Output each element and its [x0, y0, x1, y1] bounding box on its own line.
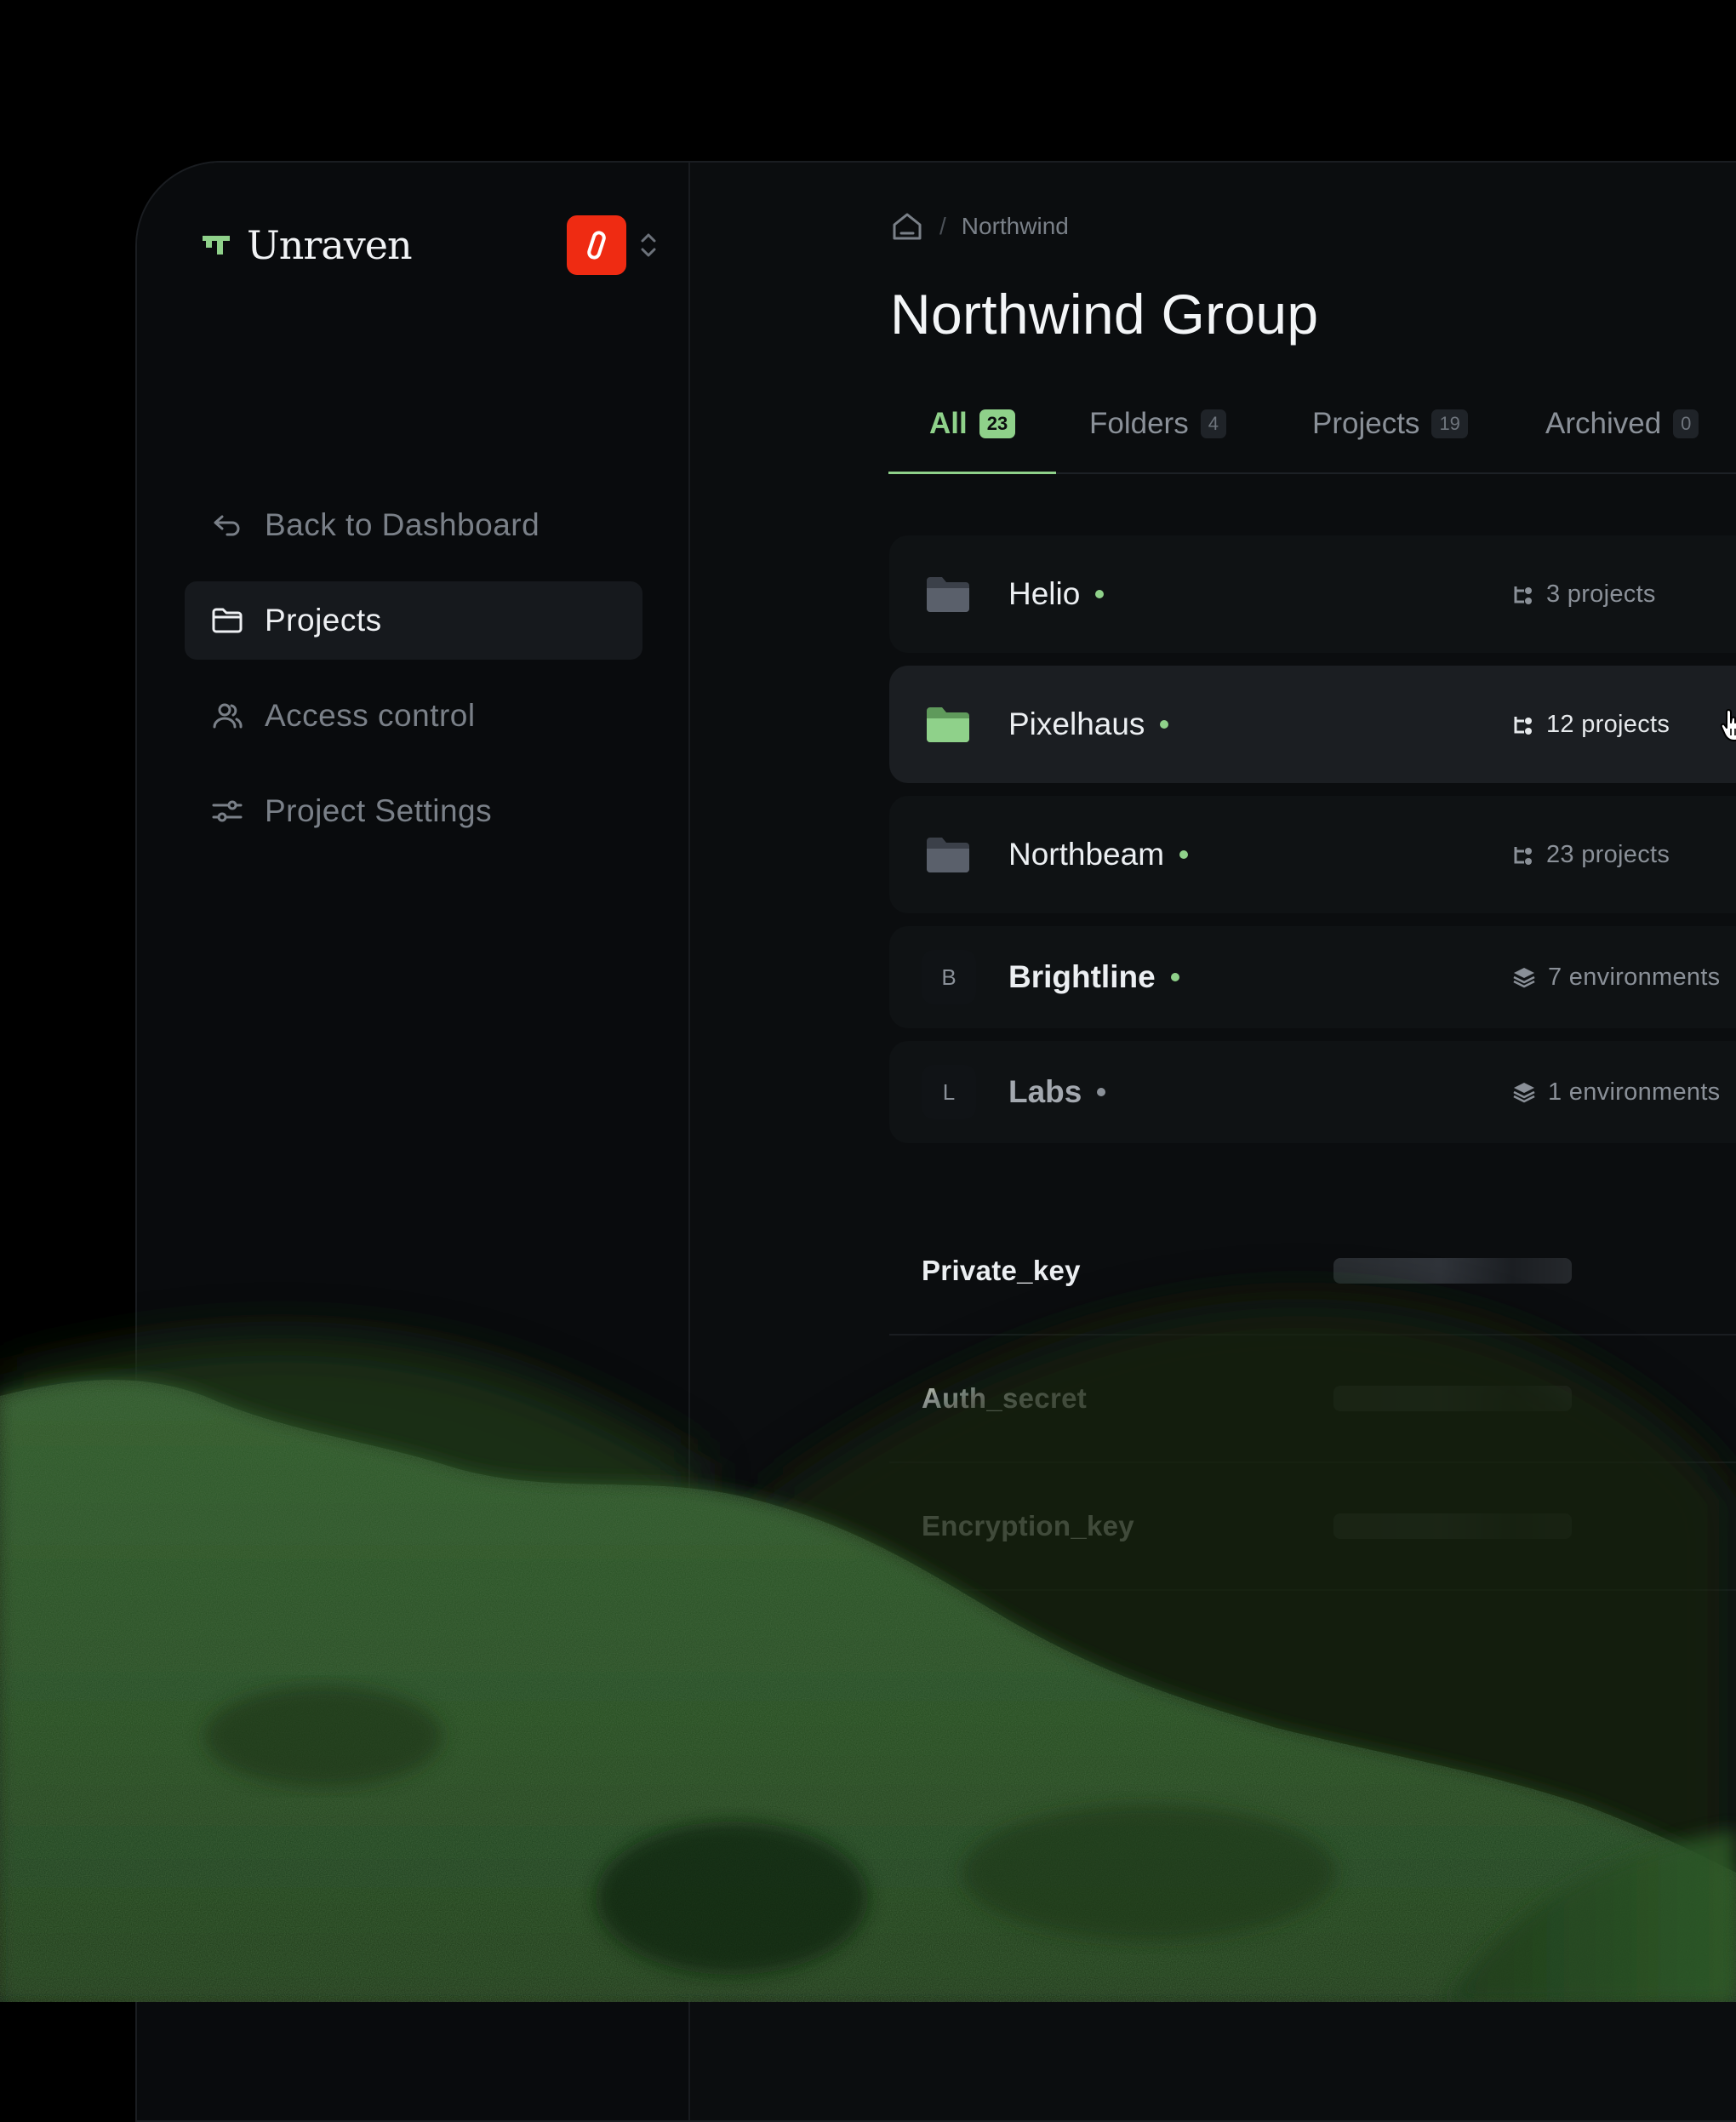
unraven-logo-icon [201, 232, 231, 258]
secret-value-placeholder [1333, 1513, 1572, 1539]
layers-icon [1513, 968, 1535, 988]
link-icon [587, 231, 606, 260]
item-name: Helio [1008, 576, 1105, 612]
back-arrow-icon [214, 515, 240, 536]
table-row[interactable]: Auth_secret [889, 1336, 1736, 1463]
tab-archived[interactable]: Archived 0 [1545, 375, 1699, 472]
users-icon [213, 703, 243, 729]
list-item[interactable]: B Brightline 7 environments [889, 926, 1736, 1028]
item-meta: 12 projects [1512, 711, 1670, 739]
hand-pointer-cursor-icon [1720, 709, 1736, 741]
item-name-text: Pixelhaus [1008, 706, 1145, 741]
tab-label: Folders [1089, 407, 1189, 440]
sidebar-item-access-control[interactable]: Access control [185, 677, 642, 755]
sidebar-item-label: Back to Dashboard [265, 507, 540, 542]
table-row[interactable]: Private_key [889, 1208, 1736, 1336]
breadcrumb-separator: / [939, 213, 946, 239]
sidebar-nav: Back to Dashboard Projects Access contro… [185, 486, 642, 867]
status-dot [1179, 850, 1189, 859]
hierarchy-icon [1514, 717, 1532, 735]
hierarchy-icon [1514, 586, 1532, 604]
secret-name: Auth_secret [922, 1382, 1088, 1414]
item-meta: 23 projects [1512, 841, 1670, 869]
folder-icon [212, 608, 243, 633]
tab-label: Projects [1312, 407, 1420, 440]
item-name-text: Labs [1008, 1074, 1082, 1109]
list-item[interactable]: Helio 3 projects [889, 535, 1736, 653]
folder-icon [927, 707, 969, 742]
org-switcher-badge[interactable] [567, 215, 626, 275]
secret-value-placeholder [1333, 1258, 1572, 1284]
chevron-up-down-icon[interactable] [639, 231, 658, 264]
status-dot [1170, 973, 1179, 981]
sidebar: Unraven Back to Dashboard Projects Acces… [137, 163, 690, 2120]
folder-icon [927, 838, 969, 872]
item-meta: 1 environments [1512, 1078, 1720, 1107]
item-name-text: Northbeam [1008, 837, 1165, 872]
item-meta: 7 environments [1512, 964, 1720, 992]
hierarchy-icon [1514, 847, 1532, 865]
item-name: Brightline [1008, 959, 1179, 995]
tab-count-badge: 4 [1200, 409, 1226, 438]
tab-label: Archived [1545, 407, 1662, 440]
brand-name: Unraven [247, 222, 413, 268]
list-item[interactable]: L Labs 1 environments [889, 1041, 1736, 1143]
item-name: Pixelhaus [1008, 706, 1169, 742]
app-window: Unraven Back to Dashboard Projects Acces… [135, 161, 1736, 2122]
page-title: Northwind Group [890, 283, 1319, 346]
item-name-text: Helio [1008, 576, 1081, 611]
sidebar-item-label: Project Settings [265, 793, 493, 828]
tab-count-badge: 23 [979, 409, 1016, 438]
sidebar-item-projects[interactable]: Projects [185, 581, 642, 660]
tab-projects[interactable]: Projects 19 [1312, 375, 1468, 472]
breadcrumb-current[interactable]: Northwind [962, 213, 1069, 240]
sidebar-item-label: Projects [265, 603, 382, 638]
home-icon[interactable] [890, 209, 924, 243]
item-meta-text: 7 environments [1548, 963, 1721, 991]
item-name: Northbeam [1008, 837, 1189, 872]
item-name-text: Brightline [1008, 959, 1156, 994]
item-meta-text: 23 projects [1546, 840, 1670, 868]
tab-bar: All 23 Folders 4 Projects 19 Archived 0 [888, 375, 1736, 474]
item-meta-text: 12 projects [1546, 710, 1670, 738]
item-meta: 3 projects [1512, 581, 1656, 609]
status-dot [1160, 720, 1169, 729]
main-content: / Northwind Northwind Group All 23 Folde… [690, 163, 1736, 2120]
layers-icon [1513, 1083, 1535, 1103]
tab-folders[interactable]: Folders 4 [1089, 375, 1226, 472]
tab-count-badge: 0 [1673, 409, 1699, 438]
table-row[interactable]: Encryption_key [889, 1463, 1736, 1591]
item-name: Labs [1008, 1074, 1106, 1110]
list-item[interactable]: Northbeam 23 projects [889, 796, 1736, 913]
tab-count-badge: 19 [1431, 409, 1468, 438]
secret-value-placeholder [1333, 1386, 1572, 1411]
status-dot [1097, 1088, 1106, 1096]
folder-icon [927, 577, 969, 612]
tab-all[interactable]: All 23 [888, 375, 1057, 474]
sidebar-item-project-settings[interactable]: Project Settings [185, 772, 642, 850]
secret-name: Private_key [922, 1255, 1081, 1286]
sliders-icon [212, 800, 243, 822]
sidebar-item-back-to-dashboard[interactable]: Back to Dashboard [185, 486, 642, 564]
status-dot [1095, 590, 1105, 598]
breadcrumb: / Northwind [890, 209, 1069, 243]
list-item[interactable]: Pixelhaus 12 projects [889, 666, 1736, 783]
sidebar-item-label: Access control [265, 698, 476, 733]
tab-label: All [929, 407, 968, 440]
item-meta-text: 1 environments [1548, 1078, 1721, 1106]
brand-logo[interactable]: Unraven [201, 222, 413, 268]
item-meta-text: 3 projects [1546, 580, 1656, 608]
secret-name: Encryption_key [922, 1510, 1134, 1541]
project-avatar: L [922, 1065, 976, 1119]
project-avatar: B [922, 950, 976, 1004]
